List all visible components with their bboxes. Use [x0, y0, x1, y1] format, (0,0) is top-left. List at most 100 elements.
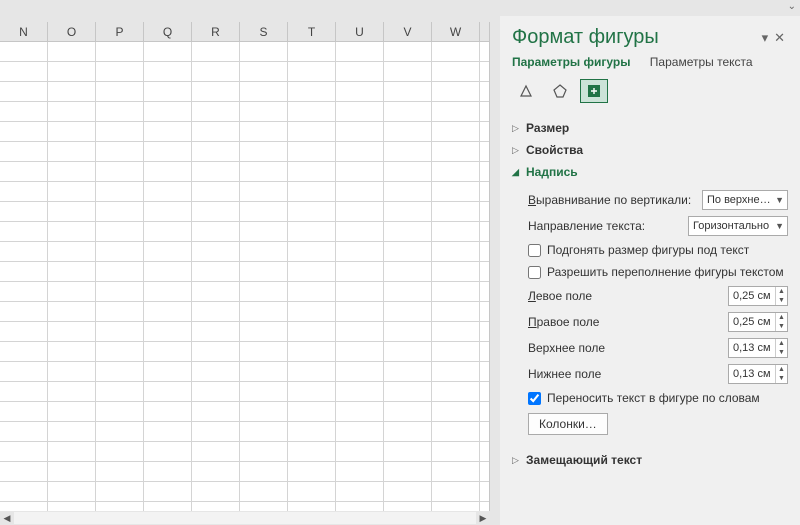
cell[interactable] — [384, 262, 432, 281]
cell[interactable] — [336, 182, 384, 201]
cell[interactable] — [288, 282, 336, 301]
cell[interactable] — [96, 142, 144, 161]
cell[interactable] — [288, 102, 336, 121]
cell[interactable] — [384, 482, 432, 501]
cell[interactable] — [288, 82, 336, 101]
cell[interactable] — [0, 182, 48, 201]
cell[interactable] — [192, 342, 240, 361]
cell[interactable] — [96, 342, 144, 361]
cell[interactable] — [0, 82, 48, 101]
cell[interactable] — [240, 102, 288, 121]
fill-line-icon[interactable] — [512, 79, 540, 103]
cell[interactable] — [0, 142, 48, 161]
cell[interactable] — [96, 402, 144, 421]
cell[interactable] — [288, 442, 336, 461]
col-header[interactable]: N — [0, 22, 48, 41]
cell[interactable] — [288, 342, 336, 361]
col-header[interactable]: T — [288, 22, 336, 41]
cell[interactable] — [288, 142, 336, 161]
cell[interactable] — [384, 362, 432, 381]
cell[interactable] — [432, 322, 480, 341]
cell[interactable] — [240, 422, 288, 441]
cell[interactable] — [432, 262, 480, 281]
cell[interactable] — [432, 82, 480, 101]
cell[interactable] — [144, 442, 192, 461]
cell[interactable] — [144, 342, 192, 361]
cell[interactable] — [432, 62, 480, 81]
cell[interactable] — [144, 362, 192, 381]
cell[interactable] — [336, 222, 384, 241]
cell[interactable] — [192, 62, 240, 81]
cell[interactable] — [192, 42, 240, 61]
cell[interactable] — [0, 442, 48, 461]
cell[interactable] — [144, 42, 192, 61]
cell[interactable] — [192, 162, 240, 181]
cell[interactable] — [288, 222, 336, 241]
cell[interactable] — [432, 42, 480, 61]
cell[interactable] — [48, 82, 96, 101]
cell[interactable] — [48, 262, 96, 281]
bottom-margin-spinner[interactable]: 0,13 см▲▼ — [728, 364, 788, 384]
cell[interactable] — [48, 362, 96, 381]
cell[interactable] — [0, 262, 48, 281]
columns-button[interactable]: Колонки… — [528, 413, 608, 435]
cell[interactable] — [336, 302, 384, 321]
cell[interactable] — [0, 282, 48, 301]
cell[interactable] — [240, 402, 288, 421]
cell[interactable] — [192, 422, 240, 441]
cell[interactable] — [240, 122, 288, 141]
cell[interactable] — [144, 202, 192, 221]
cell[interactable] — [48, 482, 96, 501]
cell[interactable] — [336, 202, 384, 221]
cell[interactable] — [0, 342, 48, 361]
cell[interactable] — [48, 402, 96, 421]
cell[interactable] — [0, 302, 48, 321]
cell[interactable] — [288, 422, 336, 441]
cell[interactable] — [240, 182, 288, 201]
cell[interactable] — [336, 382, 384, 401]
cell[interactable] — [48, 282, 96, 301]
cell[interactable] — [144, 242, 192, 261]
cell[interactable] — [240, 222, 288, 241]
cell[interactable] — [384, 242, 432, 261]
cell[interactable] — [384, 62, 432, 81]
cell[interactable] — [0, 362, 48, 381]
cell[interactable] — [384, 142, 432, 161]
cell[interactable] — [96, 382, 144, 401]
cell[interactable] — [288, 162, 336, 181]
spin-up-icon[interactable]: ▲ — [776, 339, 787, 348]
cell[interactable] — [144, 482, 192, 501]
cell[interactable] — [96, 202, 144, 221]
cell[interactable] — [432, 442, 480, 461]
cell[interactable] — [288, 122, 336, 141]
cell[interactable] — [96, 322, 144, 341]
cell[interactable] — [240, 202, 288, 221]
cell[interactable] — [240, 342, 288, 361]
col-header[interactable]: S — [240, 22, 288, 41]
cell[interactable] — [48, 182, 96, 201]
text-direction-dropdown[interactable]: Горизонтально▼ — [688, 216, 788, 236]
cell[interactable] — [384, 222, 432, 241]
cell[interactable] — [96, 262, 144, 281]
cell[interactable] — [432, 402, 480, 421]
cell[interactable] — [240, 282, 288, 301]
cell[interactable] — [96, 302, 144, 321]
cell[interactable] — [48, 122, 96, 141]
cell[interactable] — [336, 362, 384, 381]
cell[interactable] — [192, 262, 240, 281]
cell[interactable] — [384, 202, 432, 221]
spin-down-icon[interactable]: ▼ — [776, 374, 787, 383]
wrap-text-checkbox[interactable]: Переносить текст в фигуре по словам — [528, 387, 788, 409]
cell[interactable] — [336, 402, 384, 421]
cell[interactable] — [192, 402, 240, 421]
cell[interactable] — [96, 362, 144, 381]
cell[interactable] — [288, 362, 336, 381]
cell[interactable] — [240, 302, 288, 321]
cell[interactable] — [432, 242, 480, 261]
cell[interactable] — [384, 102, 432, 121]
tab-shape-options[interactable]: Параметры фигуры — [512, 55, 630, 69]
cell[interactable] — [96, 42, 144, 61]
cell[interactable] — [240, 462, 288, 481]
right-margin-spinner[interactable]: 0,25 см▲▼ — [728, 312, 788, 332]
cell[interactable] — [48, 442, 96, 461]
